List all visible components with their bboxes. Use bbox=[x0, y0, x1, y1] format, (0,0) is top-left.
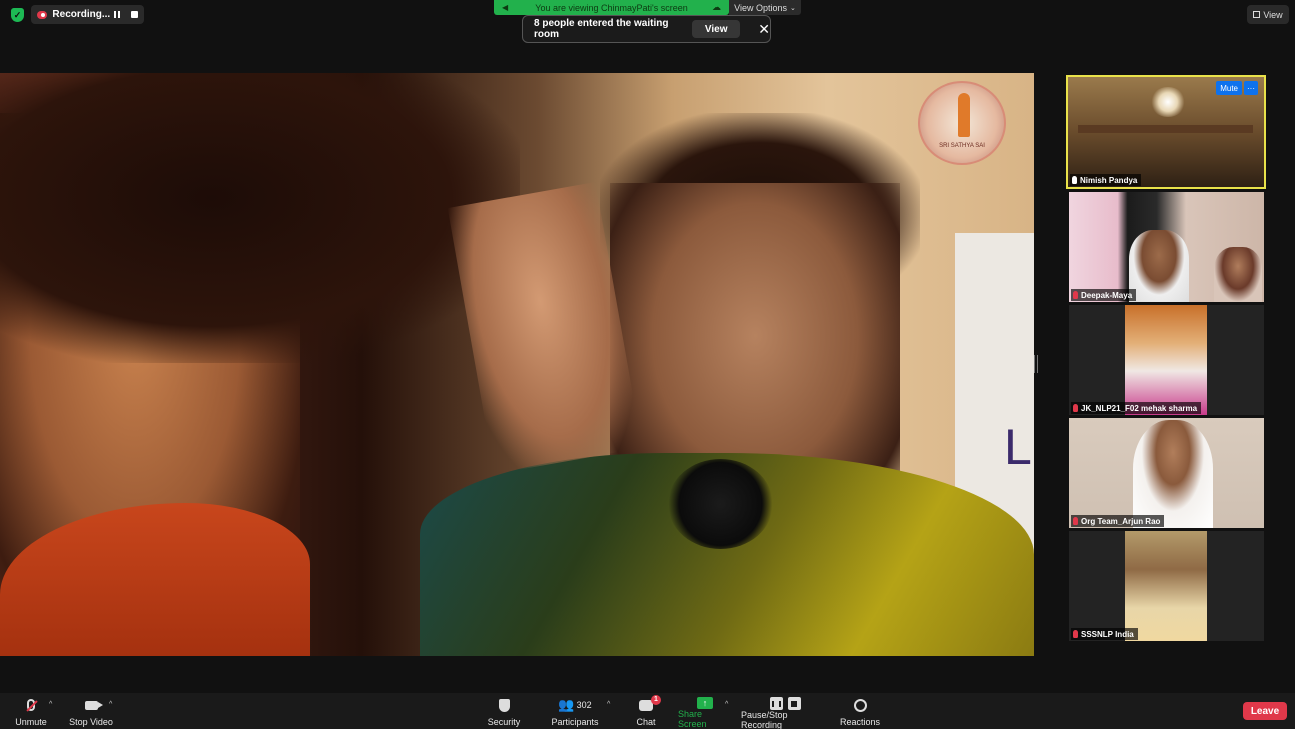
share-screen-icon: ↑ bbox=[697, 697, 713, 709]
mic-icon bbox=[1072, 176, 1077, 184]
panel-resize-handle[interactable] bbox=[1034, 355, 1038, 373]
waiting-room-notification: 8 people entered the waiting room View ✕ bbox=[522, 15, 771, 43]
share-screen-label: Share Screen bbox=[678, 709, 707, 729]
unmute-label: Unmute bbox=[15, 717, 47, 727]
participant-tile-deepak-maya[interactable]: Deepak-Maya bbox=[1069, 192, 1264, 302]
viewing-share-banner: ◀ You are viewing ChinmayPati's screen ☁ bbox=[494, 0, 729, 15]
participant-tile-mehak-sharma[interactable]: JK_NLP21_F02 mehak sharma bbox=[1069, 305, 1264, 415]
view-layout-button[interactable]: View bbox=[1247, 5, 1289, 24]
stop-recording-button[interactable] bbox=[127, 8, 141, 22]
logo-figure bbox=[958, 93, 970, 137]
chat-label: Chat bbox=[636, 717, 656, 727]
view-layout-label: View bbox=[1263, 9, 1283, 20]
mic-muted-icon bbox=[1073, 517, 1078, 525]
recording-label: Recording... bbox=[52, 9, 111, 20]
organization-logo: SRI SATHYA SAI bbox=[918, 81, 1006, 165]
participant-name-tag: Deepak-Maya bbox=[1071, 289, 1137, 301]
chandelier-image bbox=[1150, 87, 1186, 117]
meeting-toolbar: Unmute ^ Stop Video ^ Security 👥 302 Par… bbox=[0, 693, 1295, 729]
participant-name-tag: Nimish Pandya bbox=[1070, 174, 1142, 186]
chat-button[interactable]: 1 Chat bbox=[635, 694, 661, 727]
reactions-label: Reactions bbox=[839, 717, 881, 727]
audio-options-caret-icon[interactable]: ^ bbox=[49, 701, 52, 708]
participant-tile-sssnlp-india[interactable]: SSSNLP India bbox=[1069, 531, 1264, 641]
participant-name-tag: Org Team_Arjun Rao bbox=[1071, 515, 1165, 527]
logo-text: SRI SATHYA SAI bbox=[939, 143, 985, 149]
participant-tile-arjun-rao[interactable]: Org Team_Arjun Rao bbox=[1069, 418, 1264, 528]
participants-icon: 👥 bbox=[558, 697, 575, 712]
unmute-button[interactable]: Unmute bbox=[14, 697, 48, 727]
participant-name: SSSNLP India bbox=[1081, 629, 1134, 639]
encryption-shield-icon[interactable]: ✓ bbox=[11, 8, 24, 22]
grid-icon bbox=[1253, 11, 1261, 18]
shelf-image bbox=[1078, 125, 1253, 133]
participant-video bbox=[1133, 420, 1213, 528]
mic-muted-icon bbox=[1073, 630, 1078, 638]
participants-caret-icon[interactable]: ^ bbox=[607, 701, 610, 708]
chat-icon: 1 bbox=[639, 694, 661, 711]
cloud-record-icon bbox=[37, 10, 48, 19]
participant-name: Deepak-Maya bbox=[1081, 290, 1133, 300]
microphone-image bbox=[668, 459, 773, 549]
pause-recording-button[interactable] bbox=[110, 8, 124, 22]
zoom-meeting-window: ✓ Recording... ◀ You are viewing Chinmay… bbox=[0, 0, 1295, 729]
more-options-button[interactable]: ··· bbox=[1244, 81, 1258, 95]
security-label: Security bbox=[487, 717, 521, 727]
shared-screen-video[interactable]: L SRI SATHYA SAI bbox=[0, 73, 1034, 656]
speaker-icon: ◀ bbox=[502, 3, 509, 12]
recording-indicator: Recording... bbox=[31, 5, 144, 24]
chevron-down-icon: ⌄ bbox=[790, 4, 796, 12]
participant-video-man bbox=[1129, 230, 1189, 302]
board-letter: L bbox=[1004, 419, 1032, 475]
participant-name: JK_NLP21_F02 mehak sharma bbox=[1081, 403, 1198, 413]
stop-video-button[interactable]: Stop Video bbox=[68, 697, 114, 727]
security-shield-icon bbox=[498, 698, 510, 712]
muted-microphone-icon bbox=[27, 699, 35, 711]
viewing-banner-text: You are viewing ChinmayPati's screen bbox=[535, 2, 688, 13]
waiting-room-view-button[interactable]: View bbox=[692, 20, 741, 38]
view-options-label: View Options bbox=[734, 2, 787, 13]
participant-name-tag: JK_NLP21_F02 mehak sharma bbox=[1071, 402, 1202, 414]
security-button[interactable]: Security bbox=[486, 697, 522, 727]
participant-name: Org Team_Arjun Rao bbox=[1081, 516, 1161, 526]
participant-tile-nimish-pandya[interactable]: Mute ··· Nimish Pandya bbox=[1066, 75, 1266, 189]
reactions-button[interactable]: Reactions bbox=[840, 697, 880, 727]
stop-icon bbox=[130, 11, 138, 18]
stop-video-label: Stop Video bbox=[69, 717, 113, 727]
leave-meeting-button[interactable]: Leave bbox=[1243, 702, 1287, 720]
video-camera-icon bbox=[84, 700, 103, 710]
participant-video bbox=[1125, 305, 1207, 415]
participant-video-woman bbox=[1214, 247, 1262, 302]
share-options-caret-icon[interactable]: ^ bbox=[725, 701, 728, 708]
video-options-caret-icon[interactable]: ^ bbox=[109, 701, 112, 708]
close-icon[interactable]: ✕ bbox=[758, 21, 770, 38]
participants-button[interactable]: 👥 302 Participants bbox=[550, 697, 600, 727]
participant-name: Nimish Pandya bbox=[1080, 175, 1138, 185]
portrait-hair bbox=[0, 73, 520, 363]
participant-video bbox=[1125, 531, 1207, 641]
participants-label: Participants bbox=[551, 717, 599, 727]
tile-controls: Mute ··· bbox=[1216, 81, 1258, 95]
share-screen-button[interactable]: ↑ Share Screen bbox=[678, 697, 732, 729]
pause-icon bbox=[114, 11, 121, 18]
mic-muted-icon bbox=[1073, 404, 1078, 412]
pause-icon bbox=[769, 697, 783, 710]
pause-stop-recording-button[interactable]: Pause/Stop Recording bbox=[741, 697, 829, 729]
mute-participant-button[interactable]: Mute bbox=[1216, 81, 1242, 95]
cloud-icon: ☁ bbox=[712, 2, 721, 12]
pause-stop-label: Pause/Stop Recording bbox=[741, 710, 788, 729]
chat-unread-badge: 1 bbox=[651, 694, 661, 705]
emoji-plus-icon bbox=[853, 698, 867, 712]
view-options-button[interactable]: View Options ⌄ bbox=[729, 0, 801, 15]
stop-icon bbox=[787, 697, 801, 710]
participant-name-tag: SSSNLP India bbox=[1071, 628, 1138, 640]
waiting-room-message: 8 people entered the waiting room bbox=[534, 18, 669, 40]
participants-count: 302 bbox=[576, 700, 592, 710]
mic-muted-icon bbox=[1073, 291, 1078, 299]
